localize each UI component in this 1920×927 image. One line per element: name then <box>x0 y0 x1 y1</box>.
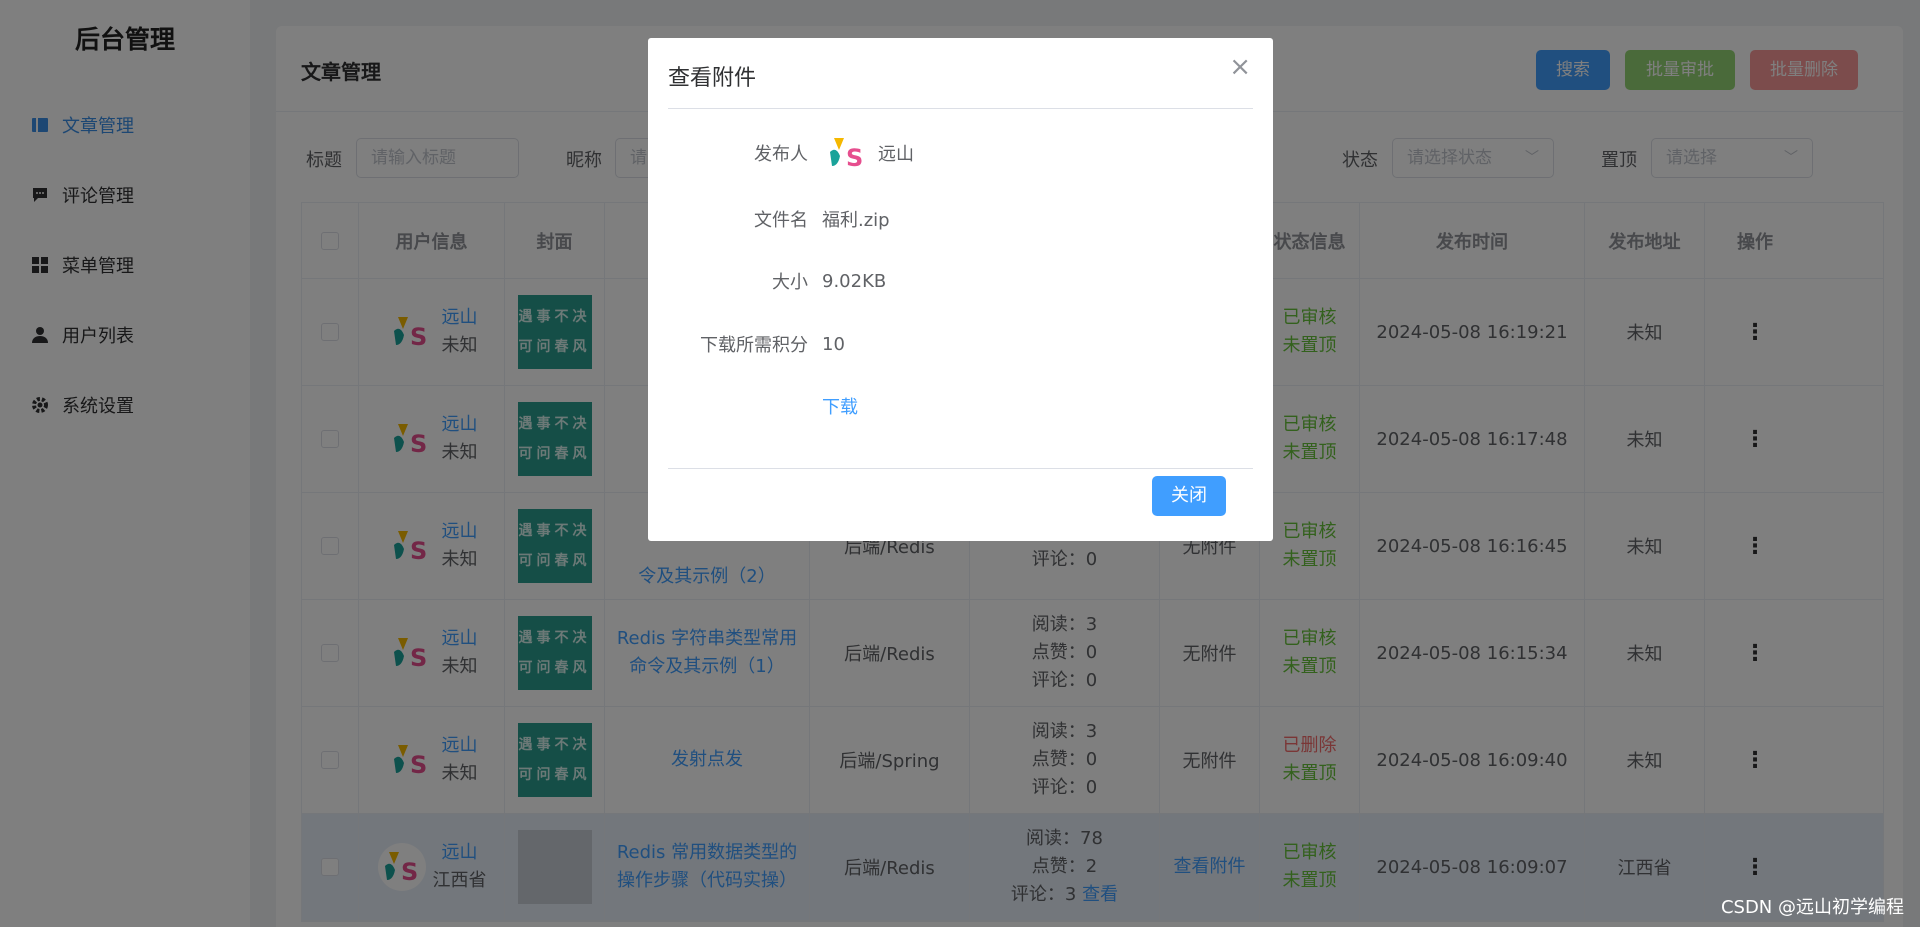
filename-value: 福利.zip <box>822 210 890 231</box>
download-row: 下载 <box>648 391 1273 421</box>
size-value: 9.02KB <box>822 270 887 292</box>
download-link[interactable]: 下载 <box>822 393 858 419</box>
dialog-footer-divider <box>668 468 1253 469</box>
watermark: CSDN @远山初学编程 <box>1720 897 1904 918</box>
filename-label: 文件名 <box>754 210 808 231</box>
attachment-dialog: 查看附件 × 发布人 S 远山 文件名 福利.zip 大小 9.02KB 下载所… <box>648 38 1273 541</box>
close-icon[interactable]: × <box>1229 52 1251 82</box>
size-label: 大小 <box>772 272 808 293</box>
dialog-divider <box>668 108 1253 109</box>
publisher-label: 发布人 <box>754 144 808 165</box>
publisher-name: 远山 <box>878 144 914 165</box>
close-button[interactable]: 关闭 <box>1152 476 1226 516</box>
dialog-title: 查看附件 <box>668 66 757 91</box>
points-value: 10 <box>822 333 845 355</box>
points-row: 下载所需积分 10 <box>648 329 1273 359</box>
size-row: 大小 9.02KB <box>648 266 1273 296</box>
avatar: S <box>823 129 871 177</box>
svg-text:S: S <box>846 144 863 172</box>
points-label: 下载所需积分 <box>700 335 808 356</box>
publisher-row: 发布人 S 远山 <box>648 128 1273 178</box>
filename-row: 文件名 福利.zip <box>648 204 1273 234</box>
